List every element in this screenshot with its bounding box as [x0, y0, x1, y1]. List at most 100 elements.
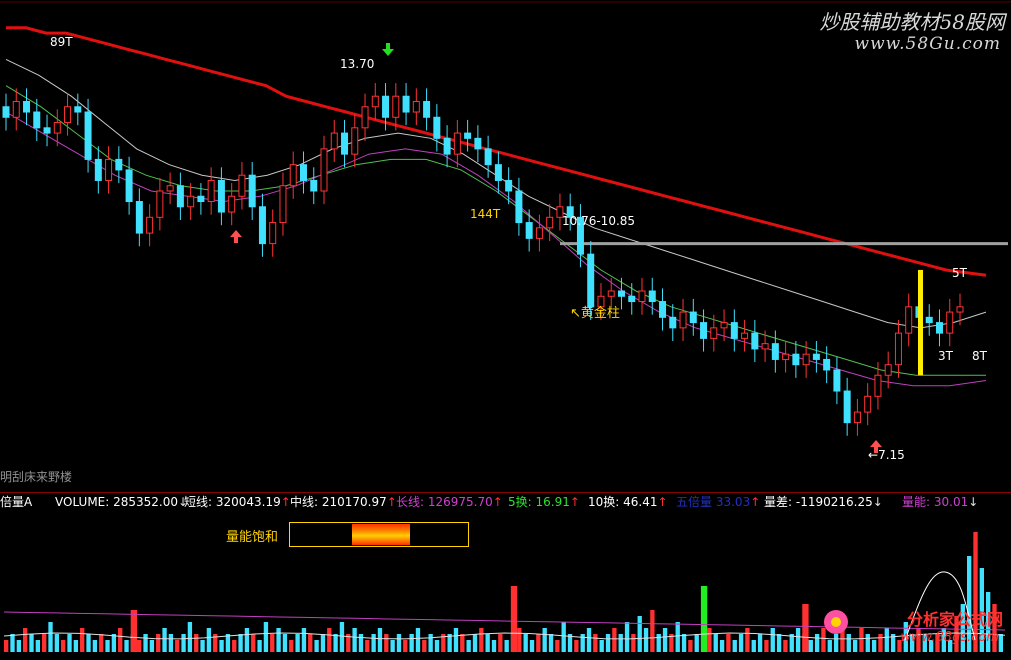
candle-body — [238, 174, 246, 197]
volume-bar — [466, 640, 471, 652]
candle-body — [105, 158, 113, 181]
diff-value: -1190216.25 — [795, 495, 873, 509]
volume-bar — [631, 634, 636, 652]
volume-readout: VOLUME: 285352.00↓ — [55, 495, 189, 509]
label-5t: 5T — [952, 266, 967, 280]
volume-bar — [137, 640, 142, 652]
volume-bar-highlight — [700, 586, 708, 652]
t5-label: 5换: — [508, 495, 532, 509]
candle-body — [505, 179, 513, 192]
energy-label: 量能: — [902, 495, 931, 509]
volume-bar — [776, 634, 782, 652]
volume-bar — [808, 640, 813, 652]
candle-body — [853, 411, 861, 424]
volume-bar — [238, 634, 243, 652]
t10-label: 10换: — [588, 495, 620, 509]
candle-body — [279, 185, 287, 224]
candle-body — [351, 127, 359, 155]
volume-bar — [637, 616, 642, 652]
volume-bar — [795, 628, 801, 652]
volume-bar — [681, 634, 687, 652]
volume-bar — [390, 640, 395, 652]
candle-body — [217, 179, 225, 213]
volume-bar — [548, 634, 554, 652]
candle-body — [443, 137, 451, 155]
candle-body — [453, 132, 461, 155]
candle-body — [433, 116, 441, 139]
candle-body — [812, 353, 820, 360]
volume-bar — [751, 640, 756, 652]
candle-body — [741, 332, 749, 339]
volume-bar — [168, 634, 174, 652]
volume-bar — [403, 640, 408, 652]
volume-bar — [396, 634, 402, 652]
volume-bar — [453, 628, 459, 652]
candle-body — [843, 390, 851, 424]
candle-body — [74, 106, 82, 113]
volume-bar — [491, 640, 497, 652]
volume-bar — [73, 640, 79, 652]
flower-logo-center — [831, 617, 841, 627]
candle-body — [115, 158, 123, 171]
volume-bar — [833, 634, 839, 652]
volume-bar — [80, 628, 85, 652]
candle-body — [771, 343, 779, 360]
volume-bar — [536, 634, 541, 652]
candle-body — [135, 201, 143, 234]
volume-bar — [504, 640, 509, 652]
candle-body — [197, 195, 205, 203]
candle-body — [710, 327, 718, 339]
volume-bar — [650, 610, 655, 652]
volume-bar — [998, 634, 1003, 652]
candle-body — [412, 100, 420, 113]
candle-body — [874, 374, 882, 397]
candle-body — [371, 95, 379, 108]
candle-body — [474, 137, 482, 150]
volume-bar — [257, 640, 262, 652]
candle-body — [792, 353, 800, 366]
ma-line-ma_red — [6, 26, 987, 277]
volume-bar — [29, 634, 34, 652]
volume-bar — [415, 628, 421, 652]
volume-bar — [612, 628, 617, 652]
short-label: 短线: — [184, 495, 213, 509]
volume-bar — [605, 634, 611, 652]
watermark-58gu-title: 炒股辅助教材58股网 — [819, 10, 1005, 34]
candle-body — [207, 179, 215, 203]
candle-body — [730, 322, 738, 339]
candle-body — [53, 122, 61, 134]
panel-divider — [0, 492, 1011, 493]
volume-bar — [149, 640, 155, 652]
volume-bar — [282, 634, 288, 652]
volume-bar — [871, 640, 877, 652]
volume-bar — [814, 634, 820, 652]
volume-bar — [124, 640, 129, 652]
saturation-fill — [352, 524, 410, 545]
golden-pillar-bar — [918, 269, 923, 376]
bottom-left-text: 明刮床来野楼 — [0, 470, 73, 484]
volume-bar — [599, 640, 604, 652]
volume-bar — [460, 634, 465, 652]
volume-bar — [4, 640, 9, 652]
candle-body — [525, 222, 533, 239]
volume-bar — [555, 640, 560, 652]
hidden-value: 33.03 — [715, 495, 751, 509]
volume-bar — [498, 634, 503, 652]
volume-bar — [561, 622, 566, 652]
volume-bar — [200, 640, 205, 652]
long-label: 长线: — [396, 495, 425, 509]
volume-bar — [434, 640, 440, 652]
candle-body — [125, 169, 133, 203]
candle-body — [689, 311, 697, 324]
volume-bar — [23, 628, 28, 652]
sell-arrow-icon — [382, 43, 394, 56]
volume-bar — [428, 634, 433, 652]
candle-body — [330, 132, 338, 150]
candle-body — [33, 111, 41, 129]
volume-bar — [384, 634, 389, 652]
volume-bar — [738, 634, 744, 652]
long-readout: 长线: 126975.70↑ — [396, 495, 503, 509]
volume-bar — [10, 634, 15, 652]
candle-body — [228, 195, 236, 213]
candle-body — [484, 148, 492, 166]
